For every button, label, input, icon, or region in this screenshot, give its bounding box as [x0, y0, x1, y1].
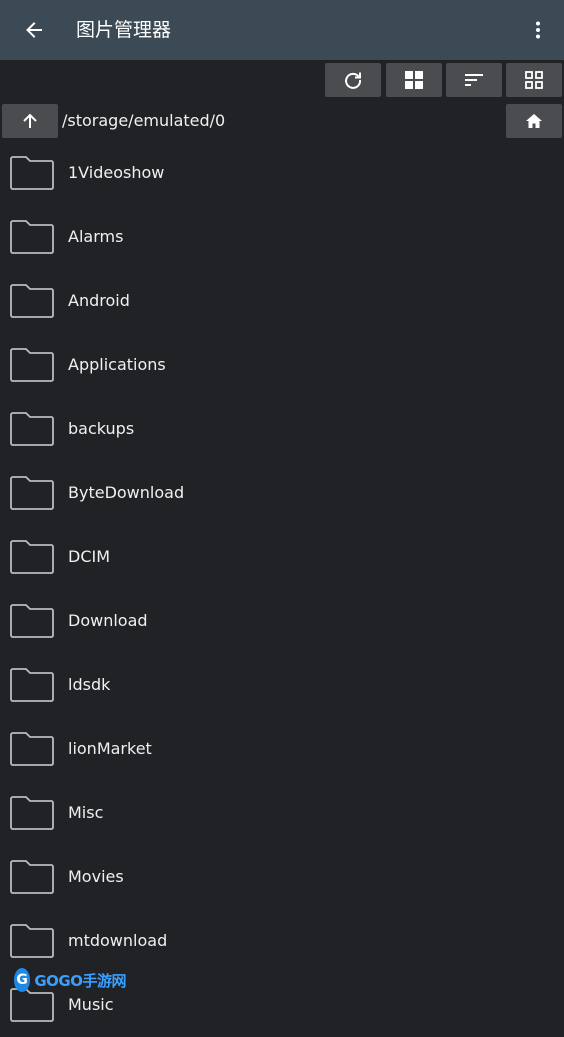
- thumbnail-view-button[interactable]: [506, 63, 562, 97]
- arrow-up-icon: [23, 113, 37, 128]
- folder-icon: [10, 604, 54, 638]
- folder-icon: [10, 412, 54, 446]
- file-name: Movies: [68, 867, 124, 886]
- file-name: ldsdk: [68, 675, 111, 694]
- list-item[interactable]: mtdownload: [0, 909, 564, 973]
- list-item[interactable]: lionMarket: [0, 717, 564, 781]
- refresh-icon: [345, 72, 362, 89]
- home-icon: [526, 114, 542, 128]
- sort-icon: [465, 74, 483, 86]
- home-button[interactable]: [506, 104, 562, 138]
- file-list: 1Videoshow Alarms Android Applications b…: [0, 141, 564, 1037]
- file-name: DCIM: [68, 547, 111, 566]
- folder-icon: [10, 924, 54, 958]
- refresh-button[interactable]: [325, 63, 381, 97]
- parent-directory-button[interactable]: [2, 104, 58, 138]
- more-vert-icon: [536, 21, 540, 39]
- list-item[interactable]: ByteDownload: [0, 461, 564, 525]
- folder-icon: [10, 348, 54, 382]
- file-name: Applications: [68, 355, 166, 374]
- app-bar: 图片管理器: [0, 0, 564, 60]
- file-name: ByteDownload: [68, 483, 185, 502]
- folder-icon: [10, 860, 54, 894]
- list-item[interactable]: Applications: [0, 333, 564, 397]
- file-name: Music: [68, 995, 114, 1014]
- file-name: mtdownload: [68, 931, 168, 950]
- folder-icon: [10, 476, 54, 510]
- file-name: Android: [68, 291, 130, 310]
- file-name: backups: [68, 419, 135, 438]
- list-item[interactable]: Download: [0, 589, 564, 653]
- file-name: Misc: [68, 803, 104, 822]
- arrow-left-icon: [26, 22, 42, 38]
- list-item[interactable]: ldsdk: [0, 653, 564, 717]
- list-item[interactable]: backups: [0, 397, 564, 461]
- list-item[interactable]: Movies: [0, 845, 564, 909]
- back-button[interactable]: [14, 10, 54, 50]
- file-name: Download: [68, 611, 148, 630]
- file-name: lionMarket: [68, 739, 152, 758]
- folder-icon: [10, 796, 54, 830]
- folder-icon: [10, 284, 54, 318]
- folder-icon: [10, 156, 54, 190]
- list-item[interactable]: DCIM: [0, 525, 564, 589]
- file-name: 1Videoshow: [68, 163, 165, 182]
- folder-icon: [10, 668, 54, 702]
- grid-view-button[interactable]: [386, 63, 442, 97]
- grid-small-icon: [525, 71, 543, 89]
- folder-icon: [10, 220, 54, 254]
- watermark-text: GOGO手游网: [34, 971, 126, 990]
- list-item[interactable]: Alarms: [0, 205, 564, 269]
- more-options-button[interactable]: [522, 12, 554, 48]
- watermark-logo-icon: G: [14, 968, 31, 992]
- list-item[interactable]: 1Videoshow: [0, 141, 564, 205]
- list-item[interactable]: Android: [0, 269, 564, 333]
- folder-icon: [10, 540, 54, 574]
- current-path: /storage/emulated/0: [62, 111, 226, 130]
- list-item[interactable]: Misc: [0, 781, 564, 845]
- folder-icon: [10, 732, 54, 766]
- grid-large-icon: [405, 71, 423, 89]
- page-title: 图片管理器: [76, 19, 172, 41]
- file-name: Alarms: [68, 227, 124, 246]
- sort-button[interactable]: [446, 63, 502, 97]
- watermark-logo: G GOGO手游网: [14, 966, 126, 994]
